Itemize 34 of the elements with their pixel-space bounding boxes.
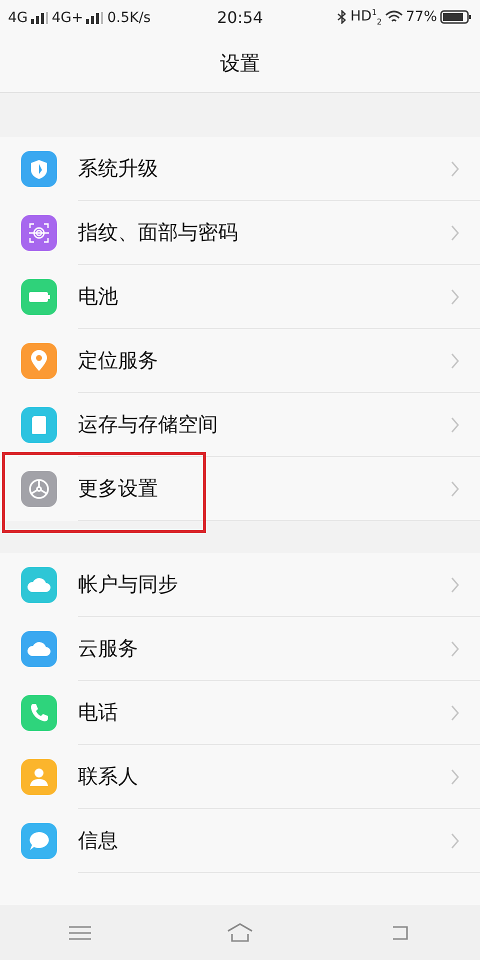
chevron-icon (450, 768, 460, 784)
chevron-icon (450, 352, 460, 368)
chevron-icon (450, 224, 460, 240)
signal-icon (86, 12, 104, 24)
setting-label[interactable]: 云服务 (78, 635, 450, 662)
chevron-icon (450, 288, 460, 304)
chevron-icon (450, 576, 460, 592)
chevron-icon (450, 640, 460, 656)
bluetooth-icon (337, 10, 348, 24)
chevron-icon (450, 704, 460, 720)
setting-label[interactable]: 指纹、面部与密码 (78, 219, 450, 246)
setting-label[interactable]: 电话 (78, 699, 450, 726)
network-type: 4G (8, 10, 28, 26)
network-speed: 0.5K/s (107, 10, 151, 26)
chevron-icon (450, 832, 460, 848)
chevron-icon (450, 480, 460, 496)
home-icon[interactable] (227, 922, 253, 944)
signal-icon (30, 12, 49, 24)
setting-label[interactable]: 运存与存储空间 (78, 411, 450, 438)
page-title: 设置 (220, 50, 260, 77)
setting-label[interactable]: 更多设置 (78, 475, 450, 502)
setting-label[interactable]: 信息 (78, 827, 450, 854)
chevron-icon (450, 160, 460, 176)
network-type: 4G+ (52, 10, 84, 26)
setting-label[interactable]: 电池 (78, 283, 450, 310)
setting-label[interactable]: 定位服务 (78, 347, 450, 374)
clock: 20:54 (216, 8, 264, 27)
setting-label[interactable]: 帐户与同步 (78, 571, 450, 598)
chevron-icon (450, 416, 460, 432)
battery-percentage: 77% (406, 9, 438, 26)
wifi-icon (384, 10, 403, 24)
setting-label[interactable]: 联系人 (78, 763, 450, 790)
setting-label[interactable]: 系统升级 (78, 155, 450, 182)
battery-icon (440, 10, 472, 24)
